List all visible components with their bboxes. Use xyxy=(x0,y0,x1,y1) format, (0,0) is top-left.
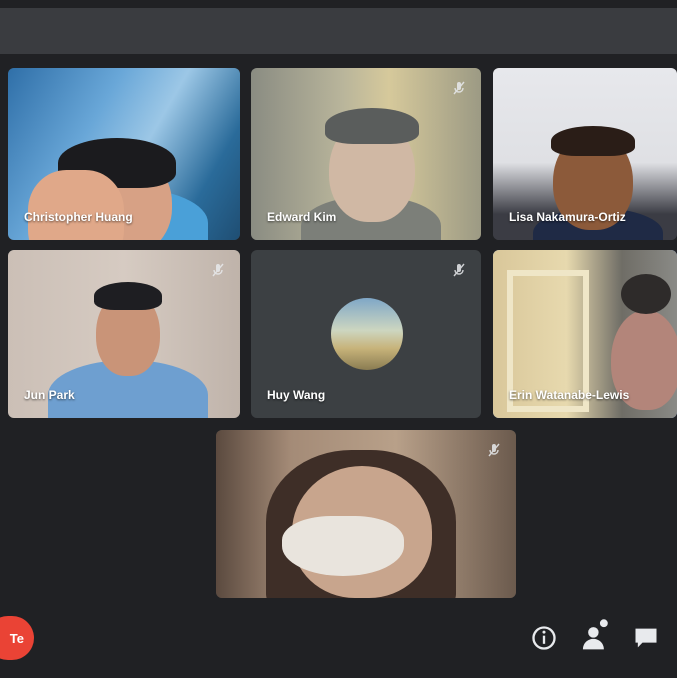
participant-tile-3[interactable]: Lisa Nakamura-Ortiz xyxy=(493,68,677,240)
participant-tile-2[interactable]: Edward Kim xyxy=(251,68,481,240)
mic-off-icon xyxy=(453,81,465,95)
participant-name: Lisa Nakamura-Ortiz xyxy=(509,210,626,224)
participant-name: Edward Kim xyxy=(267,210,337,224)
person-hair xyxy=(94,282,162,310)
people-icon[interactable] xyxy=(580,618,612,652)
participant-tile-5[interactable]: Huy Wang xyxy=(251,250,481,418)
participant-name: Huy Wang xyxy=(267,388,326,402)
participant-name: Christopher Huang xyxy=(24,210,133,224)
participant-tile-1[interactable]: Christopher Huang xyxy=(8,68,240,240)
participant-tile-6[interactable]: Erin Watanabe-Lewis xyxy=(493,250,677,418)
info-icon[interactable] xyxy=(530,624,558,652)
person-hair xyxy=(551,126,635,156)
chat-icon[interactable] xyxy=(632,624,660,652)
leave-call-button[interactable]: Te xyxy=(0,616,34,660)
mic-off-icon xyxy=(453,263,465,277)
participant-name: Jun Park xyxy=(24,388,75,402)
face-mask xyxy=(282,516,404,576)
meeting-top-bar xyxy=(0,8,677,54)
mic-off-icon xyxy=(488,443,500,457)
person-hair xyxy=(621,274,671,314)
call-controls-bar: Te xyxy=(0,600,677,678)
person-hand xyxy=(28,170,124,240)
participant-tile-7[interactable] xyxy=(216,430,516,598)
person-hair xyxy=(325,108,419,144)
participant-name: Erin Watanabe-Lewis xyxy=(509,388,630,402)
mic-off-icon xyxy=(212,263,224,277)
avatar xyxy=(331,298,403,370)
participant-tile-4[interactable]: Jun Park xyxy=(8,250,240,418)
